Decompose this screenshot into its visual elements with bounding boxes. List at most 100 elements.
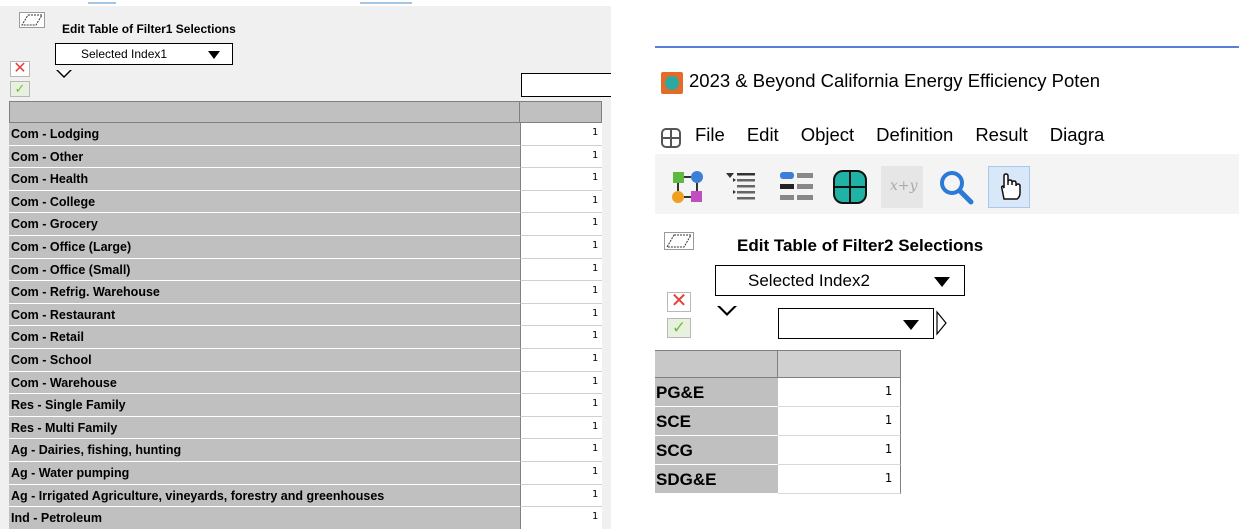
- cancel-button[interactable]: ✕: [667, 291, 691, 312]
- edit-table-icon[interactable]: [829, 166, 871, 208]
- chevron-down-icon: [934, 277, 950, 287]
- row-value-cell[interactable]: 1: [520, 394, 602, 417]
- row-label: Com - Health: [9, 168, 520, 191]
- filter1-edit-table-window: Edit Table of Filter1 Selections Selecte…: [0, 0, 611, 529]
- attribute-panel-icon[interactable]: [775, 166, 817, 208]
- search-icon[interactable]: [935, 166, 977, 208]
- table-row: Com - Office (Small) 1: [9, 258, 602, 282]
- table-row: Res - Multi Family 1: [9, 416, 602, 440]
- table-row: Com - College 1: [9, 190, 602, 214]
- filter2-title: Edit Table of Filter2 Selections: [737, 236, 984, 255]
- menu-file[interactable]: File: [695, 124, 725, 145]
- cancel-button[interactable]: ✕: [10, 61, 30, 77]
- accept-button[interactable]: ✓: [10, 81, 30, 97]
- index-selector-label: Selected Index2: [748, 271, 870, 290]
- row-value-cell[interactable]: 1: [520, 168, 602, 191]
- index-selector-label: Selected Index1: [81, 47, 168, 61]
- row-label: PG&E: [655, 378, 778, 407]
- filter2-window: 2023 & Beyond California Energy Efficien…: [655, 46, 1239, 529]
- filter1-table: Com - Lodging 1 Com - Other 1 Com - Health 1 C…: [9, 101, 602, 529]
- row-value-cell[interactable]: 1: [778, 378, 901, 407]
- table-row: SCE 1: [655, 407, 901, 436]
- row-label: Res - Multi Family: [9, 416, 520, 440]
- table-row: SDG&E 1: [655, 465, 901, 494]
- column-index-dropdown[interactable]: [778, 308, 934, 339]
- table-row: PG&E 1: [655, 378, 901, 407]
- index-selector-dropdown[interactable]: Selected Index2: [715, 265, 965, 296]
- row-value-cell[interactable]: 1: [520, 484, 602, 508]
- table-row: Com - Retail 1: [9, 326, 602, 349]
- parallelogram-icon[interactable]: [19, 12, 45, 28]
- table-row: Com - Health 1: [9, 168, 602, 191]
- table-row: Ag - Dairies, fishing, hunting 1: [9, 439, 602, 462]
- menu-diagram[interactable]: Diagra: [1050, 124, 1105, 145]
- top-edge: [0, 0, 611, 6]
- table-row: Com - Restaurant 1: [9, 303, 602, 327]
- browse-hand-icon[interactable]: [988, 166, 1030, 208]
- row-value-cell[interactable]: 1: [520, 416, 602, 440]
- row-label: Com - Restaurant: [9, 303, 520, 327]
- chevron-down-icon: [208, 51, 220, 59]
- row-label: Ag - Dairies, fishing, hunting: [9, 439, 520, 462]
- row-label: Com - Lodging: [9, 123, 520, 146]
- row-value-cell[interactable]: 1: [778, 465, 901, 494]
- row-value-cell[interactable]: 1: [520, 213, 602, 236]
- row-value-cell[interactable]: 1: [520, 461, 602, 485]
- row-value-cell[interactable]: 1: [520, 123, 602, 146]
- menu-edit[interactable]: Edit: [747, 124, 779, 145]
- row-label: Ind - Petroleum: [9, 507, 520, 529]
- row-value-cell[interactable]: 1: [520, 190, 602, 214]
- filter1-title: Edit Table of Filter1 Selections: [62, 22, 236, 36]
- expression-label: x+y: [890, 178, 918, 194]
- toolbar: x+y: [655, 154, 1239, 214]
- table-row: Res - Single Family 1: [9, 394, 602, 417]
- grid-icon[interactable]: [661, 128, 681, 148]
- table-row: Com - School 1: [9, 348, 602, 372]
- table-row: Com - Office (Large) 1: [9, 235, 602, 259]
- row-value-cell[interactable]: 1: [520, 439, 602, 462]
- row-value-cell[interactable]: 1: [520, 281, 602, 304]
- row-value-cell[interactable]: 1: [520, 303, 602, 327]
- parallelogram-icon[interactable]: [664, 232, 694, 250]
- analytica-app-icon: [661, 72, 683, 94]
- row-value-cell[interactable]: 1: [520, 507, 602, 529]
- row-label: Com - College: [9, 190, 520, 214]
- expression-icon[interactable]: x+y: [881, 166, 923, 208]
- chevron-down-icon: [903, 320, 919, 330]
- row-label: SCG: [655, 436, 778, 465]
- row-label: Com - Refrig. Warehouse: [9, 281, 520, 304]
- filter2-table: PG&E 1 SCE 1 SCG 1 SDG&E 1: [655, 350, 901, 494]
- expand-right-icon[interactable]: [936, 308, 948, 338]
- table-row: Com - Lodging 1: [9, 123, 602, 146]
- row-value-cell[interactable]: 1: [520, 348, 602, 372]
- menu-result[interactable]: Result: [975, 124, 1027, 145]
- accept-button[interactable]: ✓: [667, 318, 691, 338]
- column-index-field[interactable]: [521, 73, 611, 97]
- row-label: Com - Retail: [9, 326, 520, 349]
- row-value-cell[interactable]: 1: [520, 371, 602, 395]
- row-value-cell[interactable]: 1: [778, 407, 901, 436]
- table-header: [655, 350, 901, 378]
- row-value-cell[interactable]: 1: [520, 258, 602, 282]
- row-value-cell[interactable]: 1: [520, 145, 602, 169]
- row-value-cell[interactable]: 1: [778, 436, 901, 465]
- table-header: [9, 101, 602, 123]
- outline-icon[interactable]: [721, 166, 763, 208]
- row-label: Com - Warehouse: [9, 371, 520, 395]
- table-row: Com - Refrig. Warehouse 1: [9, 281, 602, 304]
- index-selector-dropdown[interactable]: Selected Index1: [55, 43, 233, 65]
- table-row: Ag - Water pumping 1: [9, 461, 602, 485]
- row-label: Com - Office (Small): [9, 258, 520, 282]
- row-value-cell[interactable]: 1: [520, 326, 602, 349]
- menu-definition[interactable]: Definition: [876, 124, 953, 145]
- menu-object[interactable]: Object: [801, 124, 854, 145]
- row-label: SDG&E: [655, 465, 778, 494]
- row-label: Ag - Irrigated Agriculture, vineyards, f…: [9, 484, 520, 508]
- table-row: Com - Other 1: [9, 145, 602, 169]
- row-label: SCE: [655, 407, 778, 436]
- menu-bar: File Edit Object Definition Result Diagra: [695, 124, 1126, 146]
- row-value-cell[interactable]: 1: [520, 235, 602, 259]
- row-label: Ag - Water pumping: [9, 461, 520, 485]
- diagram-icon[interactable]: [667, 166, 709, 208]
- window-title: 2023 & Beyond California Energy Efficien…: [689, 70, 1101, 91]
